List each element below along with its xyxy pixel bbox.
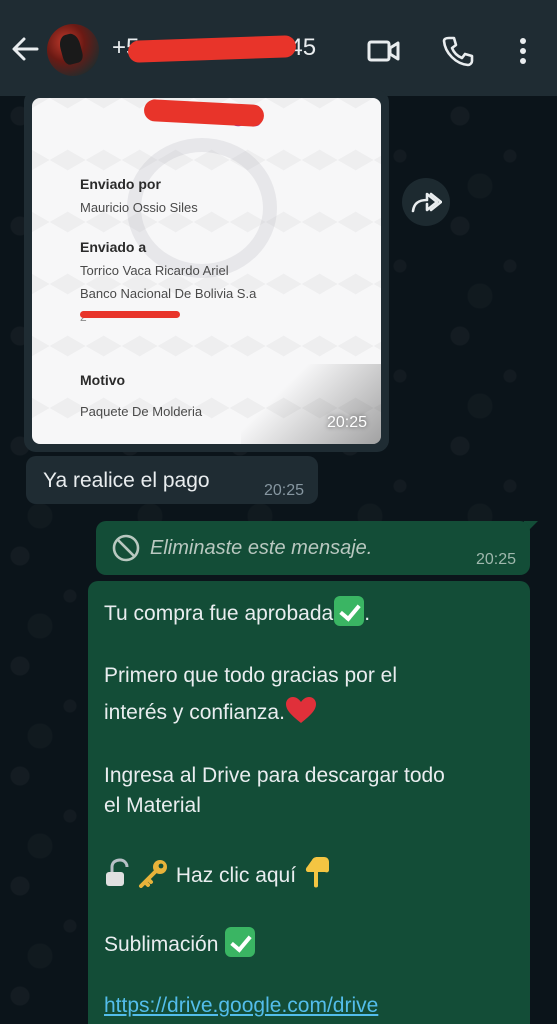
message-time: 20:25: [326, 414, 367, 431]
message-time: 20:25: [475, 551, 516, 568]
message-line: Ingresa al Drive para descargar todo: [104, 764, 445, 787]
message-line: Primero que todo gracias por el: [104, 664, 397, 687]
message-line: Tu compra fue aprobada.: [104, 596, 370, 629]
message-line: Sublimación: [104, 927, 256, 960]
sent-by-label: Enviado por: [80, 176, 161, 192]
payment-receipt-image[interactable]: 50 Enviado por Mauricio Ossio Siles Envi…: [32, 98, 381, 444]
forward-icon: [411, 192, 442, 213]
key-icon: [139, 860, 167, 888]
check-mark-icon: [225, 927, 256, 957]
outgoing-message[interactable]: Tu compra fue aprobada. Primero que todo…: [88, 581, 530, 1024]
message-line: interés y confianza.: [104, 696, 317, 728]
message-line: el Material: [104, 794, 201, 817]
image-message[interactable]: 50 Enviado por Mauricio Ossio Siles Envi…: [24, 90, 389, 452]
sent-to-bank: Banco Nacional De Bolivia S.a: [80, 286, 257, 301]
deleted-message-text: Eliminaste este mensaje.: [150, 537, 373, 559]
sent-by-value: Mauricio Ossio Siles: [80, 200, 198, 215]
deleted-message[interactable]: Eliminaste este mensaje. 20:25: [96, 521, 530, 575]
message-time: 20:25: [263, 482, 304, 499]
check-mark-icon: [334, 596, 365, 626]
redaction-mark: [80, 311, 180, 318]
forward-button[interactable]: [402, 178, 450, 226]
incoming-message[interactable]: Ya realice el pago 20:25: [26, 456, 318, 504]
heart-icon: [285, 697, 316, 723]
sent-to-name: Torrico Vaca Ricardo Ariel: [80, 263, 229, 278]
avatar[interactable]: [47, 24, 99, 76]
chat-header: +5 45: [0, 0, 557, 96]
drive-link[interactable]: https://drive.google.com/drive: [104, 991, 378, 1021]
unlocked-icon: [106, 858, 129, 886]
message-line: Haz clic aquí: [104, 856, 332, 891]
phone-icon[interactable]: [441, 34, 475, 68]
arrow-left-icon[interactable]: [10, 34, 40, 64]
reason-label: Motivo: [80, 372, 126, 388]
sent-to-label: Enviado a: [80, 239, 147, 255]
message-text: Ya realice el pago: [43, 469, 210, 492]
reason-value: Paquete De Molderia: [80, 404, 203, 419]
more-vertical-icon[interactable]: [510, 34, 536, 68]
ban-icon: [112, 534, 140, 562]
video-call-icon[interactable]: [367, 34, 401, 68]
point-down-icon: [305, 857, 329, 888]
